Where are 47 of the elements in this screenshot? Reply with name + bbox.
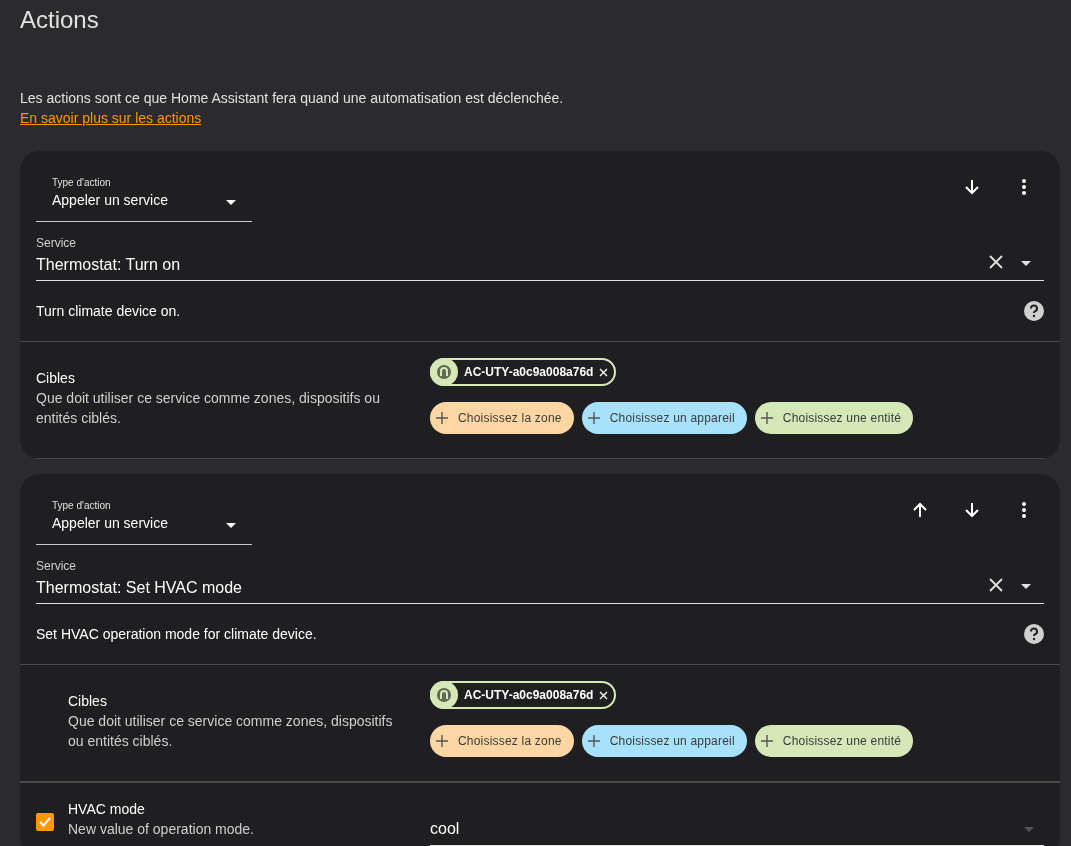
targets-title: Cibles [68, 693, 108, 709]
plus-icon [436, 735, 448, 747]
clear-icon[interactable] [989, 255, 1003, 269]
target-picker-button[interactable]: Choisissez une entité [754, 402, 914, 434]
action-type-select[interactable]: Type d'action Appeler un service [36, 167, 252, 222]
target-picker-button[interactable]: Choisissez la zone [430, 402, 574, 434]
targets-title: Cibles [36, 370, 76, 386]
plus-icon [760, 412, 773, 424]
section-description: Les actions sont ce que Home Assistant fera quand une automatisation est déclenchée. [20, 90, 565, 106]
target-picker-button[interactable]: Choisissez la zone [430, 725, 574, 757]
targets-description: Que doit utiliser ce service comme zones, dispositifs ou entités ciblés. [68, 712, 394, 751]
dropdown-caret-icon [1021, 261, 1031, 266]
page-title: Actions [20, 6, 100, 35]
plus-icon [436, 412, 448, 424]
service-field[interactable]: Service Thermostat: Set HVAC mode [36, 559, 1044, 604]
targets-description: Que doit utiliser ce service comme zones, dispositifs ou entités ciblés. [36, 389, 381, 428]
dropdown-caret-icon [1024, 826, 1034, 832]
field-name: HVAC mode [68, 801, 146, 817]
field-description: New value of operation mode. [68, 820, 255, 839]
plus-icon [760, 735, 773, 747]
plus-icon [587, 735, 600, 747]
arrow-down-icon [964, 502, 980, 518]
more-options-icon [1022, 179, 1026, 195]
more-options-icon [1022, 502, 1026, 518]
help-icon[interactable] [1024, 624, 1044, 644]
dropdown-caret-icon [1021, 584, 1031, 589]
caret-icon [226, 523, 236, 528]
arrow-up-icon [912, 502, 928, 518]
mode-select[interactable]: cool [430, 813, 1044, 846]
target-picker-button[interactable]: Choisissez un appareil [581, 725, 747, 757]
target-chip: AC-UTY-a0c9a008a76d [430, 358, 617, 386]
plus-icon [587, 412, 600, 424]
target-picker-button[interactable]: Choisissez un appareil [581, 402, 747, 434]
device-icon [430, 681, 458, 709]
learn-more-link[interactable]: En savoir plus sur les actions [20, 110, 202, 126]
help-icon[interactable] [1024, 301, 1044, 321]
target-picker-button[interactable]: Choisissez une entité [754, 725, 914, 757]
device-icon [430, 358, 458, 386]
target-chip: AC-UTY-a0c9a008a76d [430, 681, 617, 709]
service-description: Turn climate device on. [36, 303, 182, 319]
field-checkbox[interactable] [36, 813, 54, 831]
clear-icon[interactable] [989, 578, 1003, 592]
action-type-select[interactable]: Type d'action Appeler un service [36, 490, 252, 545]
caret-icon [226, 200, 236, 205]
service-description: Set HVAC operation mode for climate device. [36, 626, 318, 642]
arrow-down-icon [964, 179, 980, 195]
service-field[interactable]: Service Thermostat: Turn on [36, 236, 1044, 281]
